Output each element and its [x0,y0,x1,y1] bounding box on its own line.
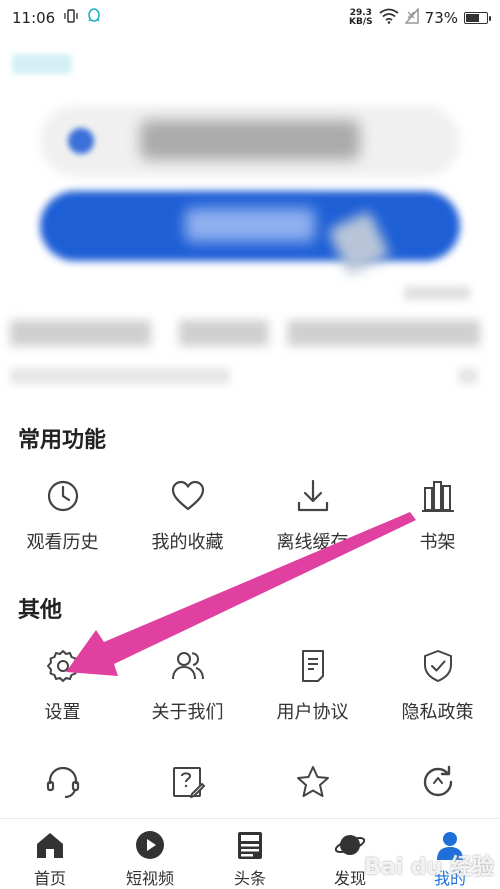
customer-service-item[interactable] [0,762,125,802]
nav-home[interactable]: 首页 [0,819,100,889]
nav-home-label: 首页 [33,869,66,888]
headset-icon [43,762,83,802]
wifi-icon [379,8,399,28]
shield-icon [418,646,458,686]
download-icon [293,476,333,516]
battery-percent: 73% [424,9,458,27]
favorites-item[interactable]: 我的收藏 [125,476,250,554]
offline-cache-label: 离线缓存 [276,532,349,553]
privacy-policy-label: 隐私政策 [401,702,474,723]
privacy-policy-item[interactable]: 隐私政策 [375,646,500,724]
users-icon [168,646,208,686]
gear-icon [43,646,83,686]
planet-icon [334,829,366,861]
others-title: 其他 [18,598,63,623]
net-speed: 29.3 KB/S [349,8,373,27]
star-icon [293,762,333,802]
watch-history-item[interactable]: 观看历史 [0,476,125,554]
common-functions-title: 常用功能 [18,428,107,453]
feedback-icon [168,762,208,802]
others-grid-extra [0,762,500,802]
refresh-icon [418,762,458,802]
bookshelf-label: 书架 [419,532,456,553]
update-item[interactable] [375,762,500,802]
battery-icon [464,12,491,24]
nav-short-video[interactable]: 短视频 [100,819,200,889]
others-grid: 设置 关于我们 用户协议 隐私政策 [0,646,500,724]
nav-discover-label: 发现 [333,869,366,888]
heart-icon [168,476,208,516]
nav-headlines-label: 头条 [233,869,266,888]
signal-icon [404,6,419,28]
offline-cache-item[interactable]: 离线缓存 [250,476,375,554]
news-icon [234,829,266,861]
status-bar: 11:06 29.3 KB/S 73% [0,0,500,36]
play-icon [134,829,166,861]
home-icon [34,829,66,861]
user-agreement-item[interactable]: 用户协议 [250,646,375,724]
nav-headlines[interactable]: 头条 [200,819,300,889]
favorites-label: 我的收藏 [151,532,224,553]
blurred-content [0,36,500,410]
bookshelf-icon [418,476,458,516]
vibrate-icon [63,9,79,27]
watch-history-label: 观看历史 [26,532,99,553]
document-icon [293,646,333,686]
status-time: 11:06 [12,9,56,27]
bookshelf-item[interactable]: 书架 [375,476,500,554]
about-us-label: 关于我们 [151,702,224,723]
about-us-item[interactable]: 关于我们 [125,646,250,724]
nav-short-video-label: 短视频 [125,869,174,888]
user-agreement-label: 用户协议 [276,702,349,723]
feedback-item[interactable] [125,762,250,802]
watermark: Bai du 经验 [364,855,494,880]
settings-item[interactable]: 设置 [0,646,125,724]
rating-item[interactable] [250,762,375,802]
clock-icon [43,476,83,516]
common-functions-grid: 观看历史 我的收藏 离线缓存 书架 [0,476,500,554]
qq-icon [87,8,101,28]
settings-label: 设置 [44,702,81,723]
